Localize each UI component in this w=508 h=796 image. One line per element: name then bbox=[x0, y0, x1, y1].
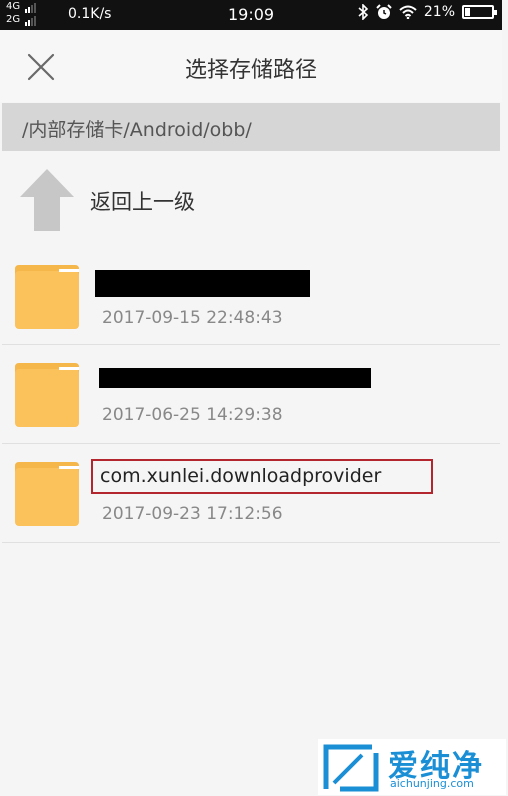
folder-name: com.xunlei.downloadprovider bbox=[100, 465, 382, 487]
watermark: 爱纯净 aichunjing.com bbox=[318, 739, 506, 795]
network-type-bottom: 2G bbox=[6, 14, 21, 25]
page-title: 选择存储路径 bbox=[184, 58, 317, 83]
clock: 19:09 bbox=[228, 5, 275, 24]
folder-item[interactable]: com.xunlei.downloadprovider 2017-09-23 1… bbox=[2, 444, 500, 543]
system-icons: 21% bbox=[358, 4, 497, 20]
folder-icon bbox=[15, 265, 79, 329]
network-speed: 0.1K/s bbox=[68, 6, 112, 22]
redaction-bar bbox=[99, 368, 371, 388]
wifi-icon bbox=[399, 5, 417, 19]
alarm-icon bbox=[376, 4, 392, 19]
folder-date: 2017-09-15 22:48:43 bbox=[102, 308, 283, 328]
folder-date: 2017-09-23 17:12:56 bbox=[102, 504, 283, 524]
folder-item[interactable]: 2017-06-25 14:29:38 bbox=[2, 345, 500, 444]
current-path: /内部存储卡/Android/obb/ bbox=[2, 103, 500, 151]
watermark-url: aichunjing.com bbox=[390, 777, 474, 790]
bluetooth-icon bbox=[358, 4, 369, 20]
signal-indicators: 4G 2G bbox=[6, 1, 37, 27]
folder-icon bbox=[15, 363, 79, 427]
folder-icon bbox=[15, 462, 79, 526]
battery-icon bbox=[462, 5, 497, 19]
up-arrow-icon bbox=[20, 169, 74, 231]
network-type-top: 4G bbox=[6, 1, 21, 12]
battery-percent: 21% bbox=[423, 4, 455, 20]
battery-level-fill bbox=[465, 8, 470, 16]
go-up-label: 返回上一级 bbox=[90, 190, 195, 214]
watermark-logo-icon bbox=[323, 744, 379, 792]
redaction-bar bbox=[95, 270, 310, 297]
folder-date: 2017-06-25 14:29:38 bbox=[102, 405, 283, 425]
signal-bars-icon bbox=[25, 14, 37, 26]
folder-item[interactable]: 2017-09-15 22:48:43 bbox=[2, 248, 500, 345]
signal-bars-icon bbox=[25, 1, 37, 13]
go-up-item[interactable]: 返回上一级 bbox=[2, 151, 500, 249]
status-bar: 4G 2G 0.1K/s 19:09 21% bbox=[0, 0, 502, 30]
header-bar: 选择存储路径 bbox=[0, 30, 502, 102]
